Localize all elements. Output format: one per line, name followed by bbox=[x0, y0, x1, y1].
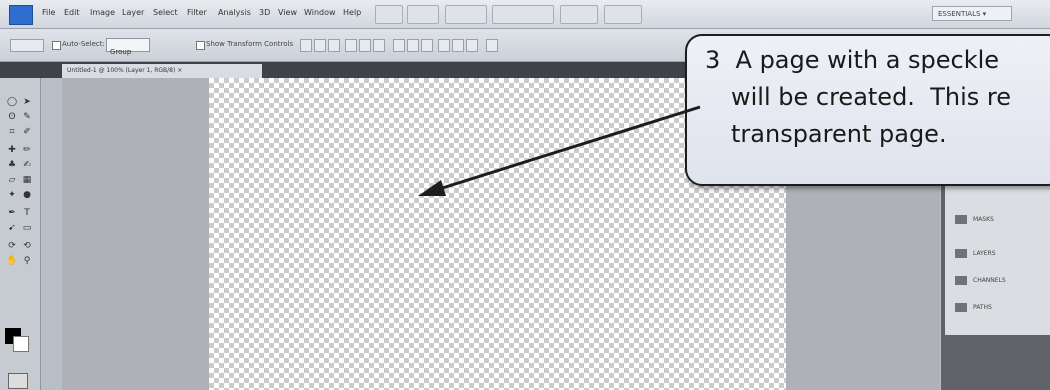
distribute-hcenter-icon[interactable] bbox=[452, 39, 464, 52]
minibridge-button[interactable] bbox=[407, 5, 439, 24]
panel-item-layers-label: LAYERS bbox=[973, 250, 996, 257]
panel-item-channels[interactable]: CHANNELS bbox=[955, 274, 1006, 288]
hand-tool-icon[interactable]: ✋ bbox=[6, 255, 18, 267]
panel-item-layers[interactable]: LAYERS bbox=[955, 247, 996, 261]
show-transform-label: Show Transform Controls bbox=[206, 40, 294, 48]
menu-view[interactable]: View bbox=[278, 8, 297, 17]
distribute-right-icon[interactable] bbox=[466, 39, 478, 52]
instruction-callout-text: 3 A page with a speckle will be created.… bbox=[705, 42, 1011, 153]
document-tab[interactable]: Untitled-1 @ 100% (Layer 1, RGB/8) × bbox=[62, 64, 262, 78]
menu-layer[interactable]: Layer bbox=[122, 8, 144, 17]
panel-item-masks-label: MASKS bbox=[973, 216, 994, 223]
menu-filter[interactable]: Filter bbox=[187, 8, 207, 17]
masks-icon bbox=[955, 215, 967, 224]
lasso-tool-icon[interactable]: ʘ bbox=[6, 111, 18, 123]
move-tool-icon[interactable]: ➤ bbox=[21, 96, 33, 108]
align-bottom-icon[interactable] bbox=[328, 39, 340, 52]
3d-rotate-tool-icon[interactable]: ⟳ bbox=[6, 240, 18, 252]
distribute-left-icon[interactable] bbox=[438, 39, 450, 52]
screen-mode-button[interactable] bbox=[604, 5, 642, 24]
align-left-icon[interactable] bbox=[345, 39, 357, 52]
clone-stamp-tool-icon[interactable]: ♣ bbox=[6, 159, 18, 171]
channels-icon bbox=[955, 276, 967, 285]
brush-tool-icon[interactable]: ✏ bbox=[21, 144, 33, 156]
move-tool-preset-icon[interactable] bbox=[10, 39, 44, 52]
panel-item-paths[interactable]: PATHS bbox=[955, 301, 992, 315]
path-selection-tool-icon[interactable]: ➹ bbox=[6, 222, 18, 234]
menu-bar: File Edit Image Layer Select Filter Anal… bbox=[0, 0, 1050, 29]
menu-window[interactable]: Window bbox=[304, 8, 336, 17]
paths-icon bbox=[955, 303, 967, 312]
auto-select-label: Auto-Select: bbox=[62, 40, 105, 48]
distribute-center-icon[interactable] bbox=[407, 39, 419, 52]
auto-select-value: Group bbox=[110, 48, 132, 56]
bridge-button[interactable] bbox=[375, 5, 403, 24]
app-logo-icon bbox=[9, 5, 33, 25]
auto-align-layers-icon[interactable] bbox=[486, 39, 498, 52]
menu-image[interactable]: Image bbox=[90, 8, 115, 17]
auto-select-checkbox[interactable] bbox=[52, 41, 61, 50]
gradient-tool-icon[interactable]: ▦ bbox=[21, 174, 33, 186]
pen-tool-icon[interactable]: ✒ bbox=[6, 207, 18, 219]
dodge-tool-icon[interactable]: ● bbox=[21, 189, 33, 201]
workspace-switcher[interactable]: ESSENTIALS ▾ bbox=[932, 6, 1012, 21]
callout-line-1: 3 A page with a speckle bbox=[705, 46, 1000, 74]
background-color-swatch[interactable] bbox=[13, 336, 29, 352]
menu-analysis[interactable]: Analysis bbox=[218, 8, 251, 17]
zoom-tool-icon[interactable]: ⚲ bbox=[21, 255, 33, 267]
healing-brush-tool-icon[interactable]: ✚ bbox=[6, 144, 18, 156]
align-right-icon[interactable] bbox=[373, 39, 385, 52]
panel-item-paths-label: PATHS bbox=[973, 304, 992, 311]
callout-line-2: will be created. This re bbox=[731, 83, 1011, 111]
shape-tool-icon[interactable]: ▭ bbox=[21, 222, 33, 234]
align-top-icon[interactable] bbox=[300, 39, 312, 52]
menu-file[interactable]: File bbox=[42, 8, 55, 17]
auto-select-dropdown[interactable]: Group bbox=[106, 38, 150, 56]
menu-edit[interactable]: Edit bbox=[64, 8, 80, 17]
type-tool-icon[interactable]: T bbox=[21, 207, 33, 219]
align-vcenter-icon[interactable] bbox=[314, 39, 326, 52]
align-hcenter-icon[interactable] bbox=[359, 39, 371, 52]
arrange-documents-button[interactable] bbox=[560, 5, 598, 24]
show-transform-checkbox[interactable] bbox=[196, 41, 205, 50]
distribute-top-icon[interactable] bbox=[393, 39, 405, 52]
menu-select[interactable]: Select bbox=[153, 8, 178, 17]
quick-select-tool-icon[interactable]: ✎ bbox=[21, 111, 33, 123]
marquee-tool-icon[interactable]: ◯ bbox=[6, 96, 18, 108]
distribute-bottom-icon[interactable] bbox=[421, 39, 433, 52]
menu-help[interactable]: Help bbox=[343, 8, 361, 17]
menu-3d[interactable]: 3D bbox=[259, 8, 270, 17]
layers-icon bbox=[955, 249, 967, 258]
tools-panel: ◯ ➤ ʘ ✎ ⌗ ✐ ✚ ✏ ♣ ✍ ▱ ▦ ✦ ● ✒ T ➹ ▭ ⟳ ⟲ … bbox=[0, 78, 41, 390]
history-brush-tool-icon[interactable]: ✍ bbox=[21, 159, 33, 171]
panel-item-masks[interactable]: MASKS bbox=[955, 213, 994, 227]
crop-tool-icon[interactable]: ⌗ bbox=[6, 126, 18, 138]
zoom-level-button[interactable] bbox=[445, 5, 487, 24]
quick-mask-icon[interactable] bbox=[8, 373, 28, 389]
eyedropper-tool-icon[interactable]: ✐ bbox=[21, 126, 33, 138]
callout-line-3: transparent page. bbox=[731, 120, 947, 148]
panel-list: MASKS LAYERS CHANNELS PATHS bbox=[945, 180, 1050, 335]
panel-item-channels-label: CHANNELS bbox=[973, 277, 1006, 284]
eraser-tool-icon[interactable]: ▱ bbox=[6, 174, 18, 186]
blur-tool-icon[interactable]: ✦ bbox=[6, 189, 18, 201]
view-tools-button[interactable] bbox=[492, 5, 554, 24]
3d-orbit-tool-icon[interactable]: ⟲ bbox=[21, 240, 33, 252]
